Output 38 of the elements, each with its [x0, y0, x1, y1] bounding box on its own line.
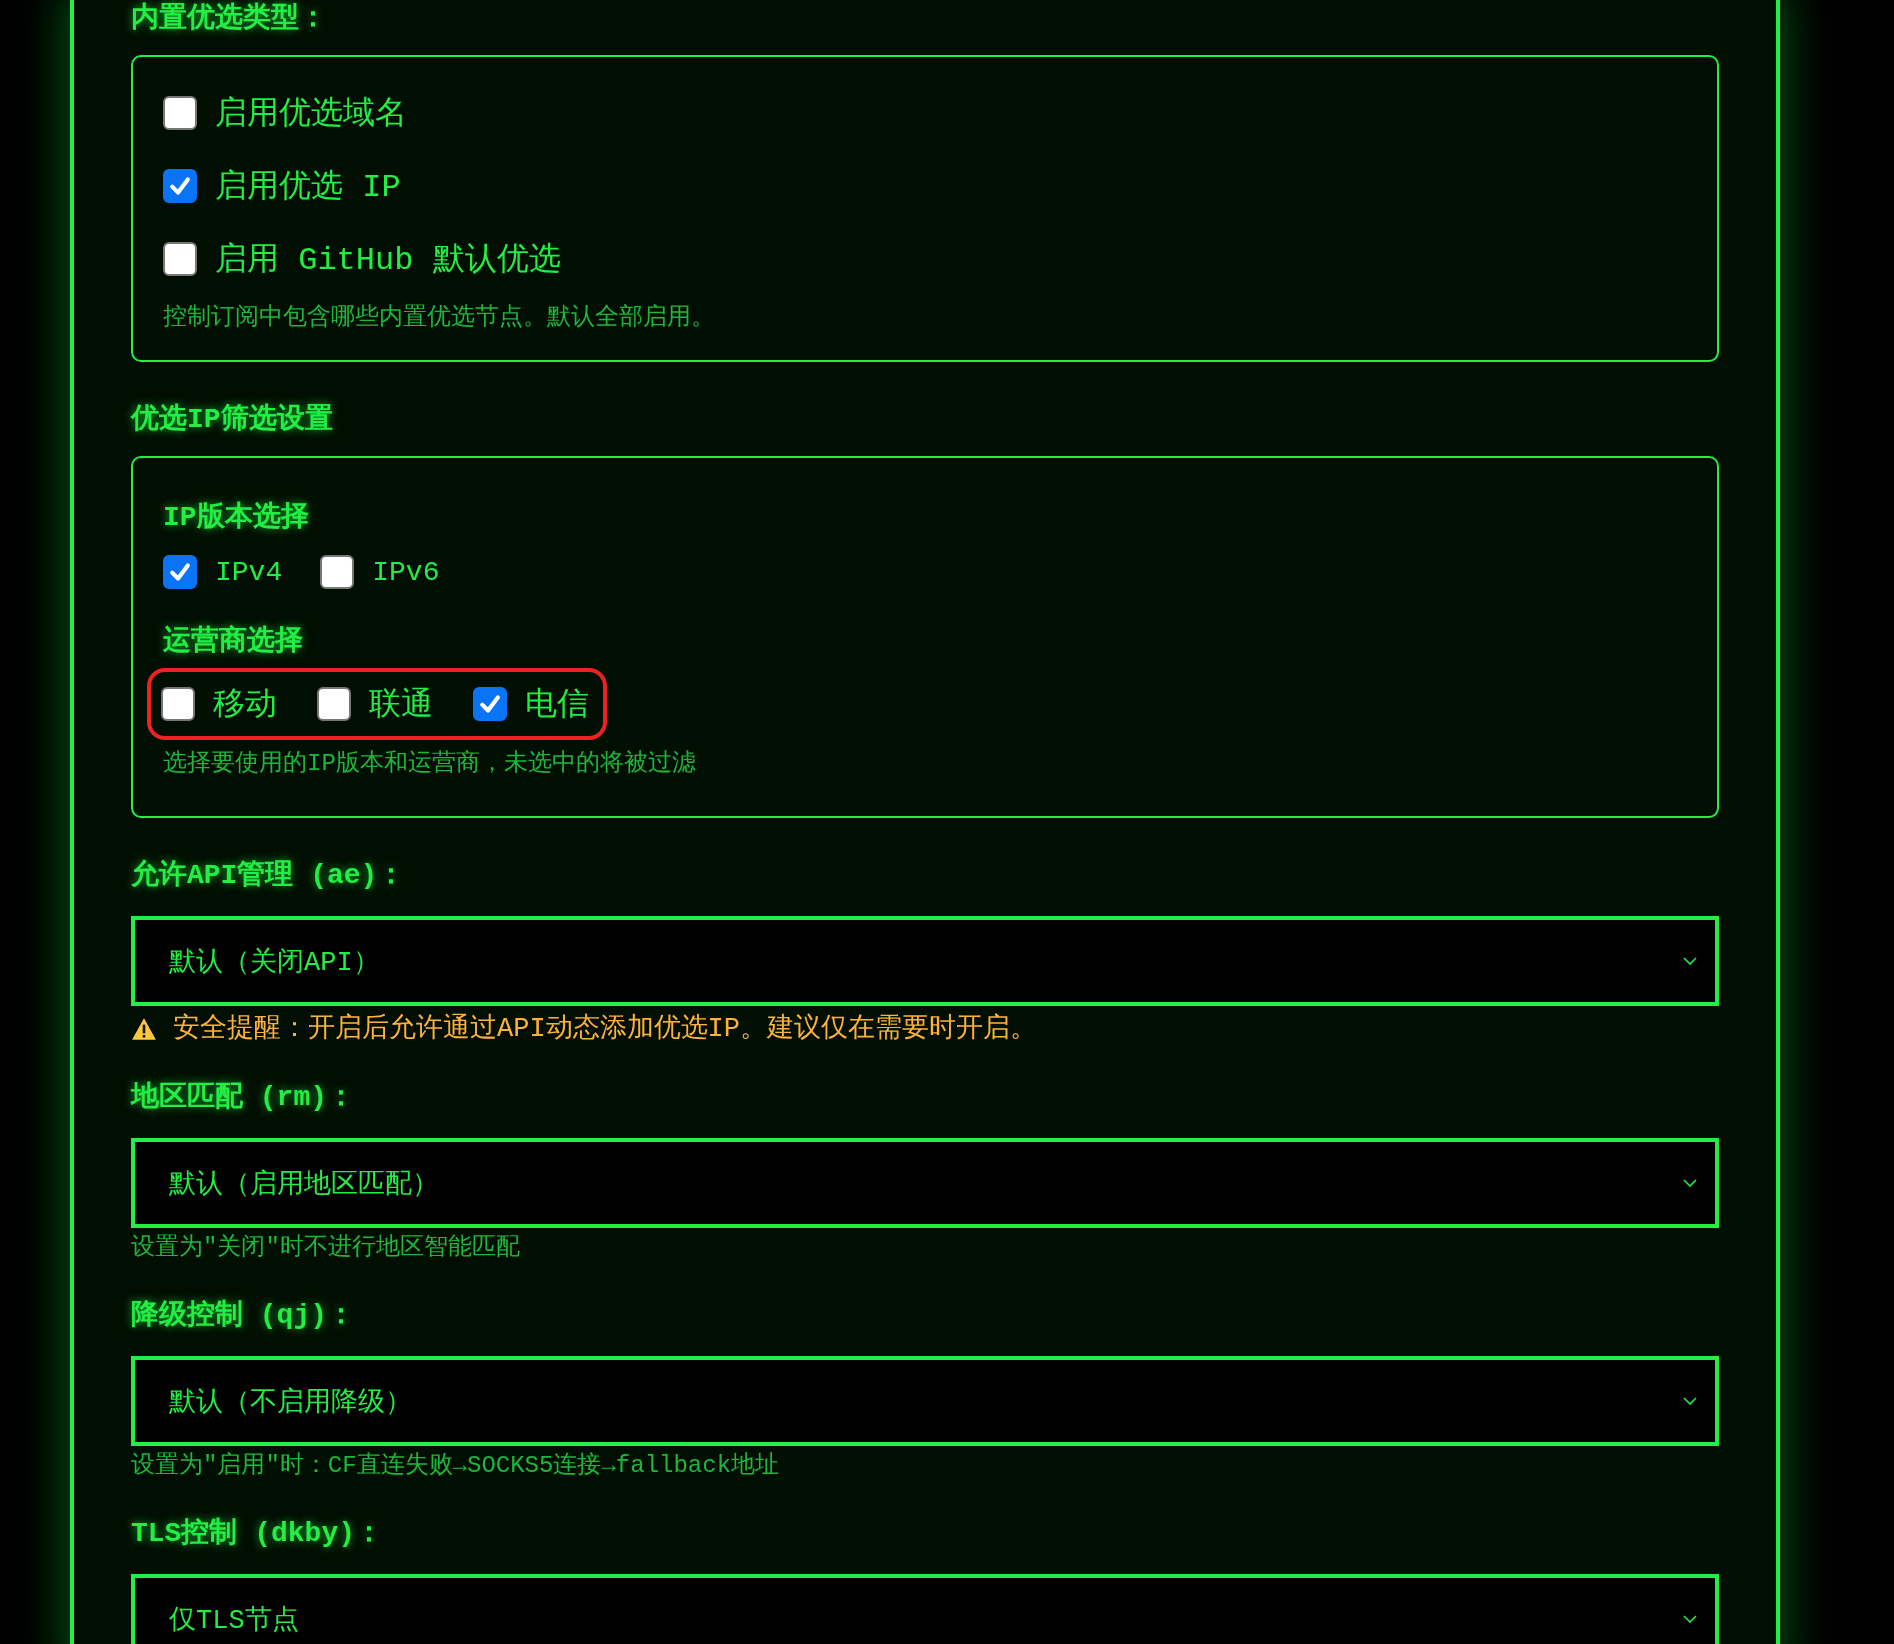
checkbox-label: 电信: [525, 686, 589, 726]
checkbox-label: IPv6: [372, 556, 440, 588]
chevron-down-icon: [1683, 1615, 1697, 1623]
hint-text: 选择要使用的IP版本和运营商，未选中的将被过滤: [163, 749, 697, 779]
checkbox[interactable]: [161, 687, 195, 721]
checkbox[interactable]: [163, 169, 197, 203]
chevron-down-icon: [1683, 957, 1697, 965]
checkbox-label: 启用优选域名: [215, 95, 407, 135]
section-title: 内置优选类型：: [131, 1, 328, 36]
checkbox[interactable]: [163, 96, 197, 130]
field-label: TLS控制 (dkby)：: [131, 1516, 385, 1551]
chevron-down-icon: [1683, 1179, 1697, 1187]
group-title: IP版本选择: [163, 500, 310, 535]
select-field[interactable]: 默认（不启用降级）: [131, 1356, 1719, 1446]
hint-text: 设置为"关闭"时不进行地区智能匹配: [131, 1233, 521, 1263]
checkbox-label: 联通: [369, 686, 433, 726]
field-label: 地区匹配 (rm)：: [131, 1080, 356, 1115]
warning-icon: [131, 1017, 157, 1041]
warning-text: 安全提醒：开启后允许通过API动态添加优选IP。建议仅在需要时开启。: [173, 1012, 1037, 1046]
checkbox[interactable]: [317, 687, 351, 721]
checkbox-label: 移动: [213, 686, 277, 726]
checkbox-label: 启用优选 IP: [215, 168, 401, 208]
checkbox[interactable]: [163, 555, 197, 589]
checkbox[interactable]: [473, 687, 507, 721]
hint-text: 设置为"启用"时：CF直连失败→SOCKS5连接→fallback地址: [131, 1451, 781, 1481]
field-label: 降级控制 (qj)：: [131, 1298, 356, 1333]
field-label: 允许API管理 (ae)：: [131, 858, 407, 893]
select-field[interactable]: 默认（关闭API）: [131, 916, 1719, 1006]
select-field[interactable]: 默认（启用地区匹配）: [131, 1138, 1719, 1228]
checkbox[interactable]: [320, 555, 355, 589]
checkbox[interactable]: [163, 242, 197, 276]
checkbox-label: 启用 GitHub 默认优选: [215, 241, 561, 281]
checkbox-label: IPv4: [215, 556, 283, 588]
select-field[interactable]: 仅TLS节点: [131, 1574, 1719, 1644]
section-title: 优选IP筛选设置: [131, 402, 334, 437]
group-title: 运营商选择: [163, 624, 304, 659]
hint-text: 控制订阅中包含哪些内置优选节点。默认全部启用。: [163, 303, 716, 333]
chevron-down-icon: [1683, 1397, 1697, 1405]
